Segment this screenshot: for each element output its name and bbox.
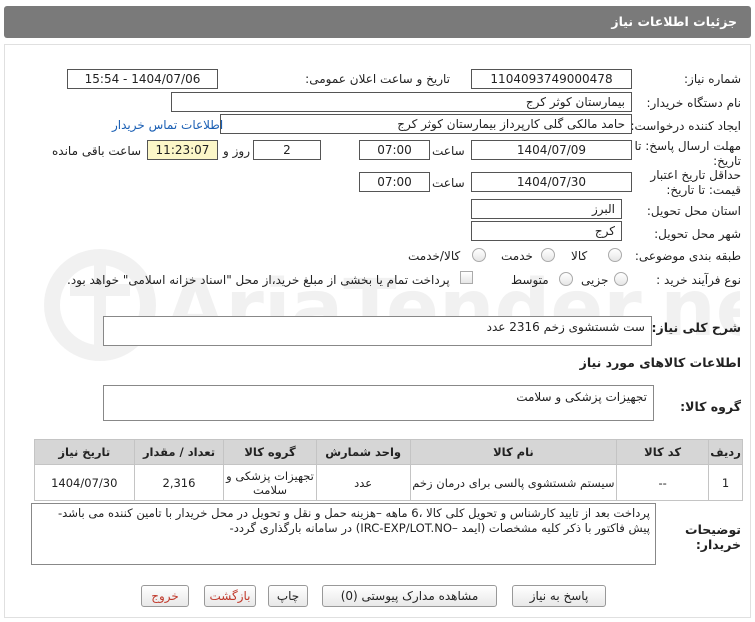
goods-group-label: گروه کالا: <box>680 399 741 414</box>
remaining-time-label: ساعت باقی مانده <box>52 144 142 158</box>
category-service-radio[interactable] <box>541 248 555 262</box>
deadline-label-line1: مهلت ارسال پاسخ: تا <box>634 139 741 153</box>
goods-group-field[interactable]: تجهیزات پزشکی و سلامت <box>103 385 654 421</box>
col-name: نام کالا <box>409 439 618 465</box>
category-goods-service-label: کالا/خدمت <box>408 249 461 263</box>
buyer-notes-line1: پرداخت بعد از تایید کارشناس و تحویل کلی … <box>57 506 650 520</box>
cell-unit: عدد <box>315 464 411 501</box>
category-goods-radio[interactable] <box>608 248 622 262</box>
reply-button[interactable]: پاسخ به نیاز <box>512 585 606 607</box>
table-row[interactable]: 1 -- سیستم شستشوی پالسی برای درمان زخم ع… <box>34 464 743 501</box>
need-number-label: شماره نیاز: <box>684 72 741 86</box>
col-qty: تعداد / مقدار <box>133 439 225 465</box>
col-group: گروه کالا <box>223 439 317 465</box>
exit-button[interactable]: خروج <box>141 585 189 607</box>
contact-buyer-link[interactable]: اطلاعات تماس خریدار <box>112 118 223 132</box>
purchase-partial-label: جزیی <box>581 273 609 287</box>
col-code: کد کالا <box>616 439 710 465</box>
col-row: ردیف <box>708 439 743 465</box>
category-label: طبقه بندی موضوعی: <box>634 249 741 263</box>
col-date: تاریخ نیاز <box>34 439 135 465</box>
days-remaining-field[interactable]: 2 <box>253 140 321 160</box>
page-header: جزئیات اطلاعات نیاز <box>4 6 751 38</box>
validity-time-label: ساعت <box>432 176 465 190</box>
buyer-notes-field[interactable]: پرداخت بعد از تایید کارشناس و تحویل کلی … <box>31 503 656 565</box>
city-label: شهر محل تحویل: <box>654 227 741 241</box>
back-button[interactable]: بازگشت <box>204 585 256 607</box>
creator-field[interactable]: حامد مالکی گلی کارپرداز بیمارستان کوثر ک… <box>220 114 632 134</box>
buyer-notes-label-line1: توضیحات <box>685 522 741 537</box>
announce-label: تاریخ و ساعت اعلان عمومی: <box>305 72 450 86</box>
page-title: جزئیات اطلاعات نیاز <box>611 14 737 29</box>
province-label: استان محل تحویل: <box>646 204 741 218</box>
purchase-medium-radio[interactable] <box>559 272 573 286</box>
print-button[interactable]: چاپ <box>268 585 308 607</box>
validity-time-field[interactable]: 07:00 <box>359 172 430 192</box>
category-service-label: خدمت <box>501 249 533 263</box>
cell-group-line1: تجهیزات پزشکی و <box>226 468 314 483</box>
purchase-medium-label: متوسط <box>511 273 549 287</box>
category-goods-label: کالا <box>571 249 588 263</box>
validity-label-line2: قیمت: تا تاریخ: <box>666 183 741 197</box>
days-label: روز و <box>223 144 250 158</box>
goods-info-title: اطلاعات کالاهای مورد نیاز <box>579 355 741 370</box>
category-goods-service-radio[interactable] <box>472 248 486 262</box>
purchase-partial-radio[interactable] <box>614 272 628 286</box>
cell-code: -- <box>616 464 710 501</box>
deadline-time-label: ساعت <box>432 144 465 158</box>
creator-label: ایجاد کننده درخواست: <box>630 119 741 133</box>
need-number-field[interactable]: 1104093749000478 <box>471 69 632 89</box>
deadline-time-field[interactable]: 07:00 <box>359 140 430 160</box>
description-field[interactable]: ست شستشوی زخم 2316 عدد <box>103 316 652 346</box>
validity-date-field[interactable]: 1404/07/30 <box>471 172 632 192</box>
description-label: شرح کلی نیاز: <box>651 320 741 335</box>
cell-name: سیستم شستشوی پالسی برای درمان زخم <box>409 464 618 501</box>
buyer-notes-label-line2: خریدار: <box>695 537 741 552</box>
cell-date: 1404/07/30 <box>34 464 135 501</box>
city-field[interactable]: کرج <box>471 221 622 241</box>
remaining-time-field: 11:23:07 <box>147 140 218 160</box>
cell-row: 1 <box>708 464 743 501</box>
view-attachments-button[interactable]: مشاهده مدارک پیوستی (0) <box>322 585 497 607</box>
treasury-payment-note: پرداخت تمام یا بخشی از مبلغ خرید،از محل … <box>67 273 450 287</box>
province-field[interactable]: البرز <box>471 199 622 219</box>
deadline-label-line2: تاریخ: <box>713 154 741 168</box>
items-table-header: ردیف کد کالا نام کالا واحد شمارش گروه کا… <box>34 439 743 465</box>
cell-group: تجهیزات پزشکی و سلامت <box>223 464 317 501</box>
treasury-payment-checkbox[interactable] <box>460 271 473 284</box>
deadline-date-field[interactable]: 1404/07/09 <box>471 140 632 160</box>
buyer-notes-line2: پیش فاکتور با ذکر کلیه مشخصات (ایمد –IRC… <box>229 521 650 535</box>
buyer-label: نام دستگاه خریدار: <box>646 96 742 110</box>
col-unit: واحد شمارش <box>315 439 411 465</box>
cell-qty: 2,316 <box>133 464 225 501</box>
items-table: ردیف کد کالا نام کالا واحد شمارش گروه کا… <box>34 439 743 501</box>
purchase-type-label: نوع فرآیند خرید : <box>656 273 741 287</box>
cell-group-line2: سلامت <box>253 482 287 497</box>
buyer-field[interactable]: بیمارستان کوثر کرج <box>171 92 632 112</box>
announce-field[interactable]: 1404/07/06 - 15:54 <box>67 69 218 89</box>
validity-label-line1: حداقل تاریخ اعتبار <box>650 168 741 182</box>
